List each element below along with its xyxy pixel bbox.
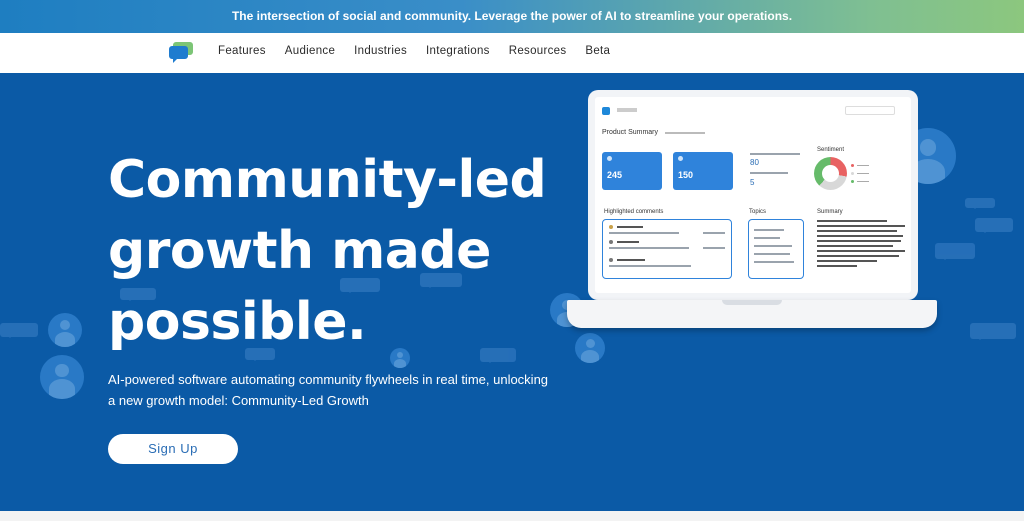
dashboard-subtitle-placeholder <box>665 132 705 134</box>
topics-label: Topics <box>749 209 767 215</box>
legend-dot <box>851 172 854 175</box>
avatar-decoration <box>575 333 605 363</box>
topics-box <box>748 219 804 279</box>
legend-placeholder <box>857 173 869 175</box>
page-bottom-strip <box>0 511 1024 521</box>
metric-value: 245 <box>607 170 623 180</box>
metric-icon <box>678 156 683 161</box>
nav-link-industries[interactable]: Industries <box>354 45 407 57</box>
kpi-label-placeholder <box>750 172 788 174</box>
hero-headline: Community-led growth made possible. <box>108 145 548 358</box>
highlighted-comments-box <box>602 219 732 279</box>
dashboard-screenshot: Product Summary 245 150 80 5 Sentiment H… <box>595 97 911 293</box>
chat-bubble-decoration <box>935 243 975 260</box>
legend-dot <box>851 164 854 167</box>
chat-bubble-decoration <box>975 218 1013 233</box>
legend-placeholder <box>857 165 869 167</box>
nav-link-beta[interactable]: Beta <box>585 45 610 57</box>
nav-link-integrations[interactable]: Integrations <box>426 45 490 57</box>
headline-line: Community-led <box>108 150 547 210</box>
nav-link-features[interactable]: Features <box>218 45 266 57</box>
dashboard-logo-icon <box>602 107 610 115</box>
avatar-decoration <box>48 313 82 347</box>
legend-dot <box>851 180 854 183</box>
metric-card: 245 <box>602 152 662 190</box>
kpi-label-placeholder <box>750 153 800 155</box>
chat-bubble-decoration <box>965 198 995 209</box>
dashboard-section-title: Product Summary <box>602 129 658 136</box>
nav-links: Features Audience Industries Integration… <box>218 45 629 57</box>
headline-line: growth made <box>108 221 491 281</box>
dashboard-search-box <box>845 106 895 115</box>
sentiment-label: Sentiment <box>817 147 845 153</box>
kpi-value: 5 <box>750 178 755 187</box>
chat-bubble-decoration <box>0 323 38 338</box>
nav-link-audience[interactable]: Audience <box>285 45 335 57</box>
nav-link-resources[interactable]: Resources <box>509 45 567 57</box>
chat-bubbles-logo-icon[interactable] <box>169 41 193 63</box>
highlighted-comments-label: Highlighted comments <box>604 209 664 215</box>
dashboard-section-title-text: Product Summary <box>602 129 659 136</box>
top-navigation: Features Audience Industries Integration… <box>0 33 1024 73</box>
sign-up-button[interactable]: Sign Up <box>108 434 238 464</box>
chat-bubble-decoration <box>970 323 1016 340</box>
laptop-base <box>567 300 937 328</box>
metric-icon <box>607 156 612 161</box>
laptop-screen: Product Summary 245 150 80 5 Sentiment H… <box>588 90 918 300</box>
avatar-decoration <box>40 355 84 399</box>
announcement-banner: The intersection of social and community… <box>0 0 1024 33</box>
dashboard-brand-placeholder <box>617 108 637 112</box>
summary-label: Summary <box>817 209 843 215</box>
hero-subtext: AI-powered software automating community… <box>108 372 549 408</box>
headline-line: possible. <box>108 292 367 352</box>
banner-text: The intersection of social and community… <box>231 9 793 23</box>
metric-card: 150 <box>673 152 733 190</box>
kpi-value: 80 <box>750 158 759 167</box>
legend-placeholder <box>857 181 869 183</box>
metric-value: 150 <box>678 170 694 180</box>
